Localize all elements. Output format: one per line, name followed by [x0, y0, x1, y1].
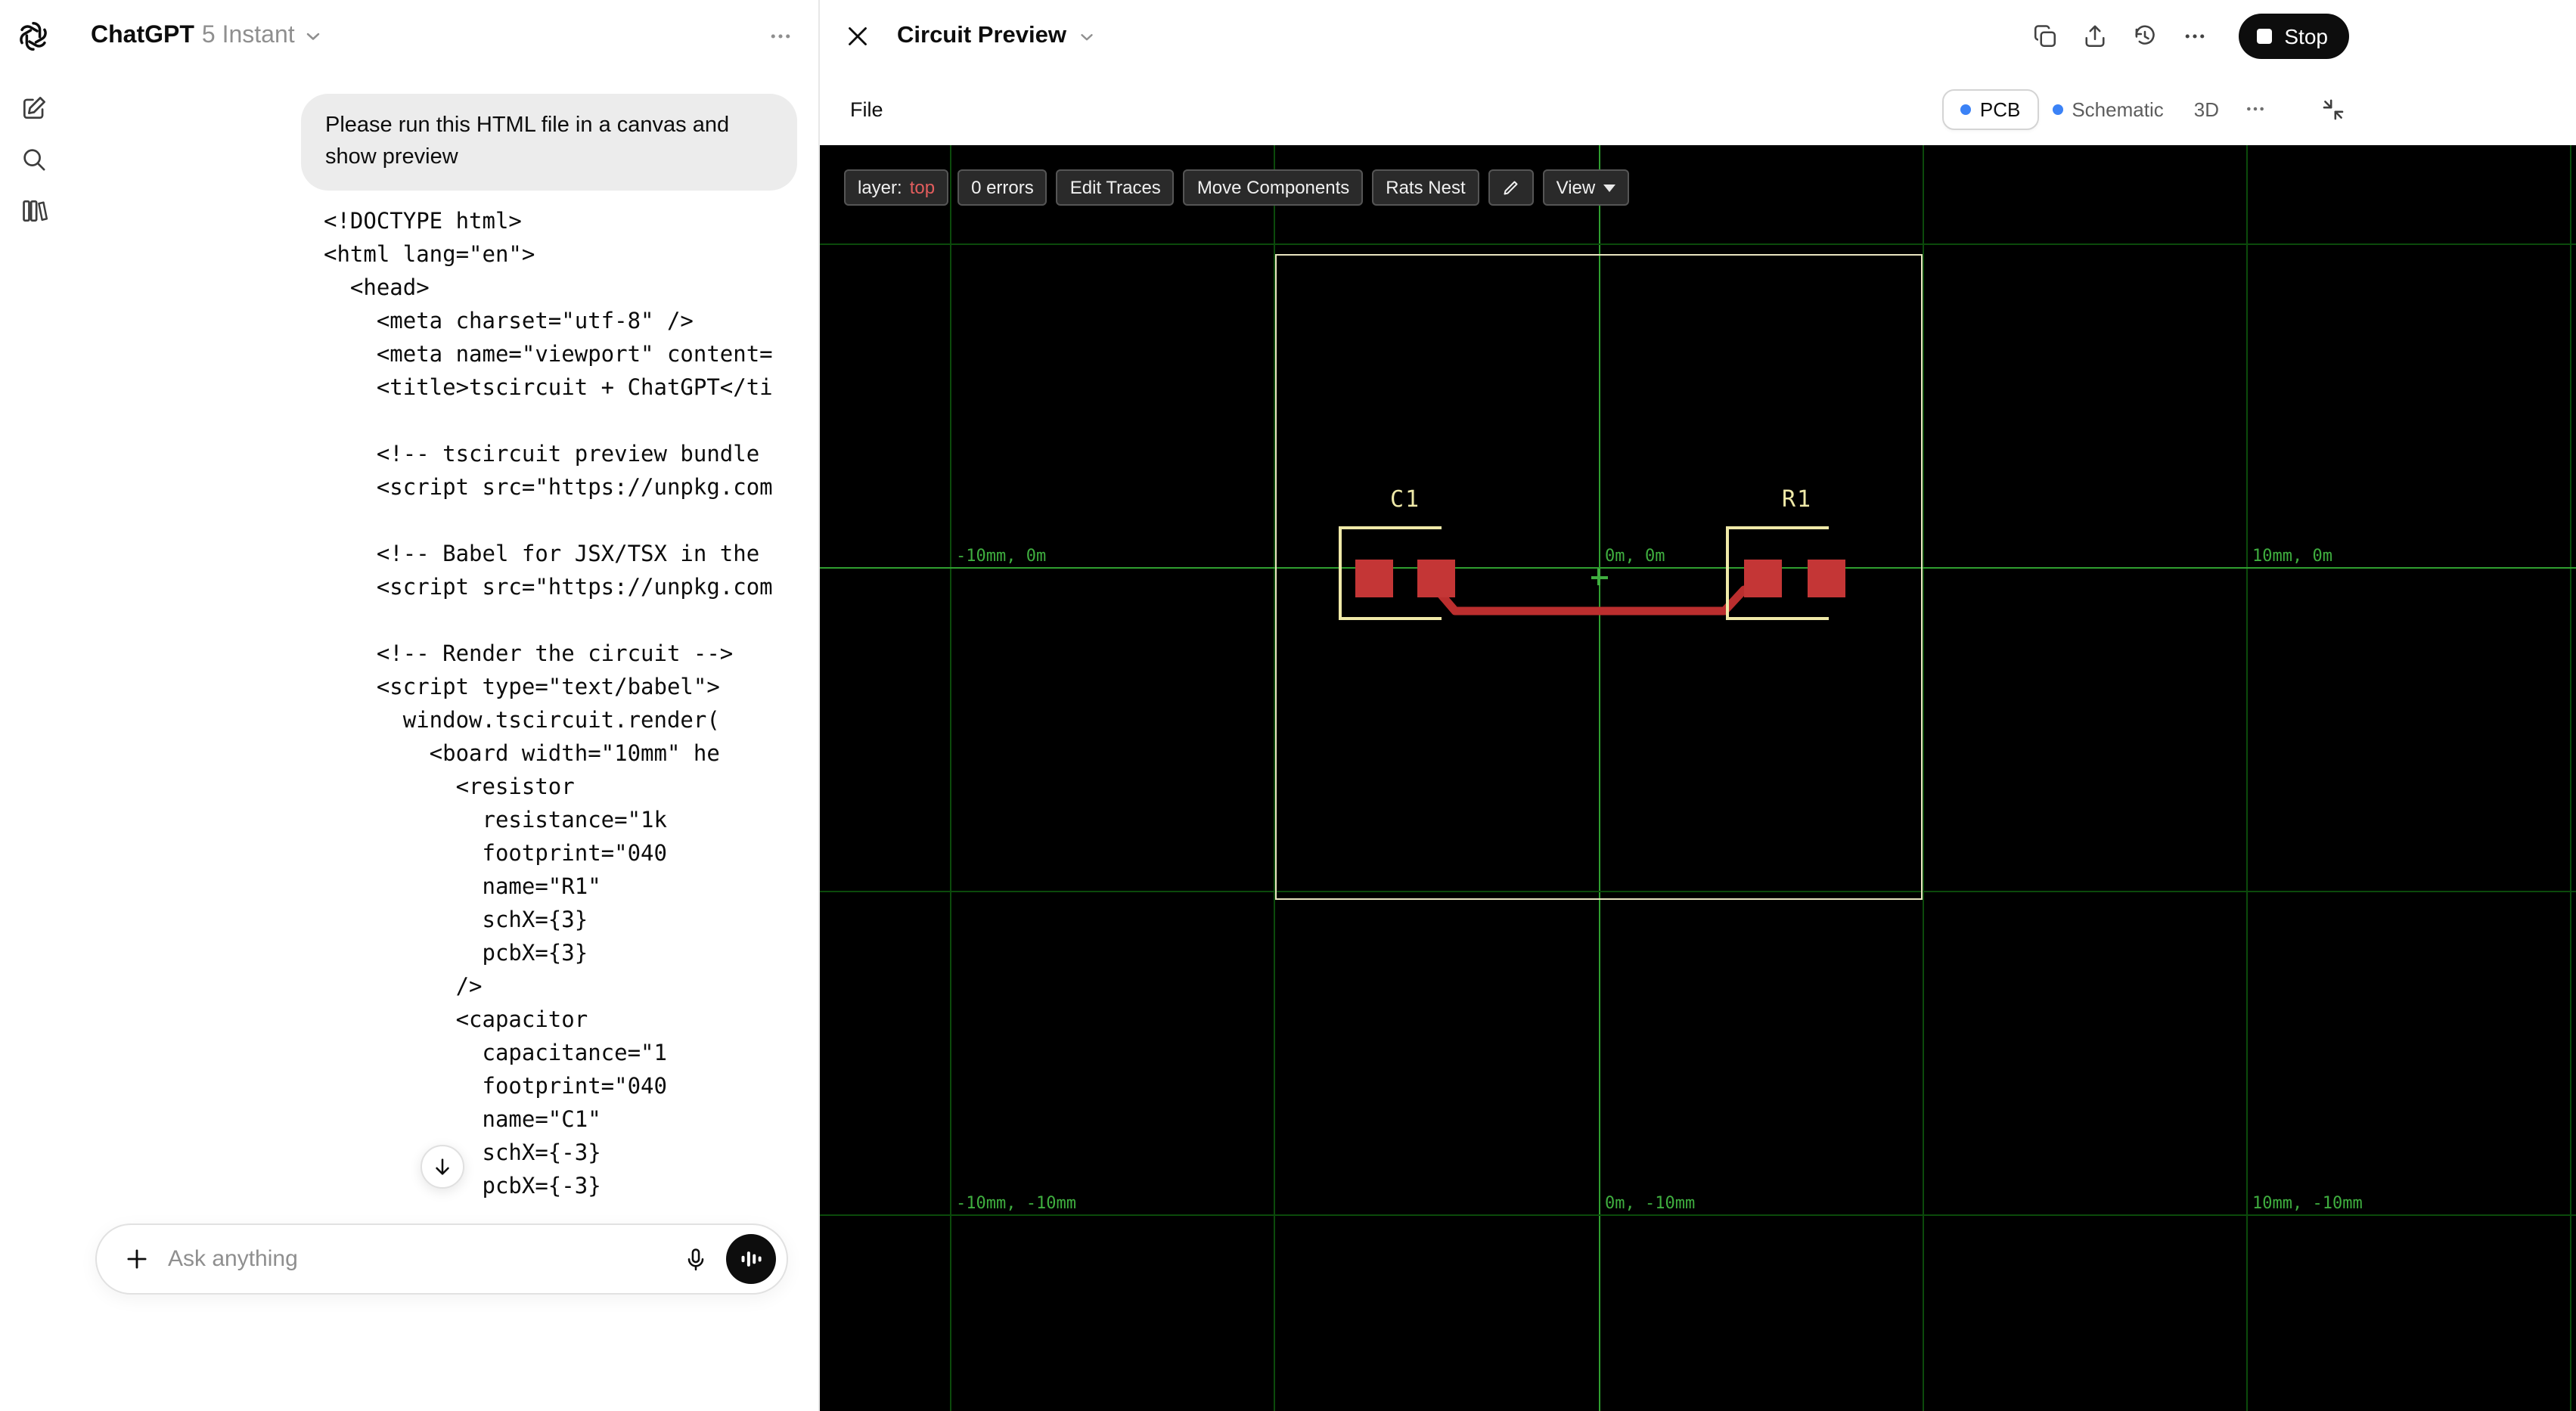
view-switcher: PCB Schematic 3D — [1941, 73, 2346, 145]
pcb-pad[interactable] — [1744, 560, 1782, 597]
pencil-icon — [1502, 178, 1520, 197]
grid-line — [820, 1214, 2576, 1216]
pcb-toolbar: layer: top 0 errors Edit Traces Move Com… — [844, 169, 1629, 206]
edit-traces-label: Edit Traces — [1069, 177, 1161, 198]
view-menu-button[interactable]: View — [1542, 169, 1629, 206]
history-button[interactable] — [2131, 23, 2159, 50]
grid-line — [2570, 145, 2571, 1411]
tabs-overflow-button[interactable] — [2243, 97, 2267, 121]
canvas-actions: Stop — [2031, 0, 2349, 73]
arrow-down-icon — [431, 1155, 454, 1178]
canvas-title-menu[interactable]: Circuit Preview — [897, 23, 1097, 50]
new-chat-button[interactable] — [9, 83, 57, 132]
share-button[interactable] — [2081, 23, 2109, 50]
model-name: 5 Instant — [201, 23, 295, 48]
microphone-icon — [682, 1245, 709, 1273]
search-button[interactable] — [9, 135, 57, 183]
pcb-pad[interactable] — [1355, 560, 1393, 597]
canvas-title: Circuit Preview — [897, 23, 1066, 48]
ellipsis-icon — [767, 23, 794, 50]
copy-button[interactable] — [2031, 23, 2059, 50]
canvas-menu-button[interactable] — [2181, 23, 2208, 50]
errors-label: 0 errors — [971, 177, 1034, 198]
new-chat-icon — [19, 93, 48, 122]
conversation-menu-button[interactable] — [767, 23, 794, 50]
grid-coordinate-label: 10mm, -10mm — [2252, 1193, 2363, 1213]
history-icon — [2131, 23, 2159, 50]
search-icon — [19, 144, 48, 173]
component-refdes: R1 — [1782, 485, 1813, 513]
grid-coordinate-label: -10mm, -10mm — [956, 1193, 1076, 1213]
layer-selector-button[interactable]: layer: top — [844, 169, 949, 206]
grid-coordinate-label: -10mm, 0m — [956, 546, 1047, 566]
grid-coordinate-label: 10mm, 0m — [2252, 546, 2332, 566]
component-refdes: C1 — [1390, 485, 1421, 513]
chevron-down-icon — [1077, 26, 1097, 46]
composer — [95, 1223, 788, 1295]
tab-pcb-label: PCB — [1979, 98, 2021, 120]
app-title: ChatGPT — [91, 23, 194, 48]
grid-line — [1923, 145, 1924, 1411]
sidebar-rail — [0, 0, 67, 1411]
layer-label: layer: — [858, 177, 902, 198]
fullscreen-toggle-button[interactable] — [2320, 96, 2346, 122]
canvas-header: Circuit Preview Stop — [820, 0, 2576, 73]
grid-line — [950, 145, 951, 1411]
move-components-label: Move Components — [1196, 177, 1350, 198]
errors-button[interactable]: 0 errors — [957, 169, 1047, 206]
tab-pcb[interactable]: PCB — [1941, 88, 2039, 129]
dictate-button[interactable] — [682, 1245, 709, 1273]
compress-icon — [2320, 96, 2346, 122]
upload-icon — [2081, 23, 2109, 50]
model-switcher[interactable]: ChatGPT 5 Instant — [91, 23, 324, 50]
library-button[interactable] — [9, 186, 57, 234]
draw-trace-button[interactable] — [1488, 169, 1534, 206]
tab-3d-label: 3D — [2193, 98, 2219, 120]
move-components-button[interactable]: Move Components — [1183, 169, 1364, 206]
pcb-pad[interactable] — [1417, 560, 1455, 597]
openai-logo-icon[interactable] — [12, 15, 54, 57]
stop-button[interactable]: Stop — [2239, 14, 2349, 59]
library-icon — [19, 196, 48, 225]
dropdown-arrow-icon — [1603, 184, 1615, 191]
voice-waveform-icon — [738, 1246, 764, 1272]
plus-icon — [122, 1245, 151, 1273]
grid-line — [820, 243, 2576, 245]
canvas-panel: Circuit Preview Stop File PCB Schematic … — [818, 0, 2576, 1411]
ellipsis-icon — [2181, 23, 2208, 50]
scroll-to-bottom-button[interactable] — [421, 1145, 464, 1189]
message-input[interactable] — [165, 1245, 682, 1273]
chat-panel: ChatGPT 5 Instant Please run this HTML f… — [67, 0, 818, 1411]
tab-schematic-label: Schematic — [2072, 98, 2164, 120]
ellipsis-icon — [2243, 97, 2267, 121]
pcb-canvas[interactable]: -10mm, 0m 0m, 0m 10mm, 0m -10mm, -10mm 0… — [820, 145, 2576, 1411]
view-label: View — [1556, 177, 1596, 198]
blue-dot-icon — [1960, 104, 1971, 114]
rats-nest-label: Rats Nest — [1386, 177, 1466, 198]
close-canvas-button[interactable] — [844, 23, 871, 50]
tab-3d[interactable]: 3D — [2194, 98, 2219, 120]
code-block: <!DOCTYPE html> <html lang="en"> <head> … — [324, 210, 773, 1199]
stop-icon — [2257, 29, 2273, 44]
tab-schematic[interactable]: Schematic — [2052, 98, 2164, 120]
grid-line — [2246, 145, 2248, 1411]
edit-traces-button[interactable]: Edit Traces — [1056, 169, 1175, 206]
file-menu[interactable]: File — [850, 98, 883, 120]
copy-icon — [2031, 23, 2059, 50]
voice-mode-button[interactable] — [726, 1234, 776, 1284]
close-icon — [844, 23, 871, 50]
rats-nest-button[interactable]: Rats Nest — [1372, 169, 1479, 206]
grid-coordinate-label: 0m, -10mm — [1605, 1193, 1696, 1213]
canvas-menubar: File PCB Schematic 3D — [820, 73, 2576, 145]
app-root: ChatGPT 5 Instant Please run this HTML f… — [0, 0, 2576, 1411]
attach-button[interactable] — [118, 1245, 154, 1273]
chat-header: ChatGPT 5 Instant — [67, 0, 818, 73]
layer-value: top — [909, 177, 936, 198]
blue-dot-icon — [2052, 104, 2063, 114]
stop-label: Stop — [2284, 24, 2328, 48]
user-message-bubble: Please run this HTML file in a canvas an… — [301, 94, 797, 191]
chevron-down-icon — [303, 26, 324, 47]
pcb-pad[interactable] — [1808, 560, 1845, 597]
